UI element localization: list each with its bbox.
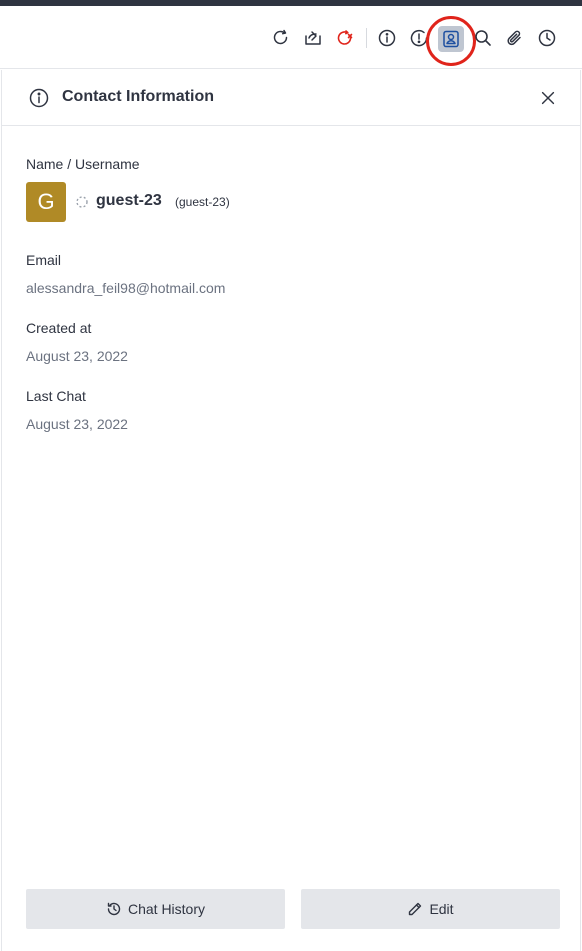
toolbar-separator (366, 28, 367, 48)
status-spinner-icon (76, 196, 88, 208)
history-icon (107, 902, 121, 916)
close-icon (541, 91, 555, 105)
created-at-label: Created at (26, 320, 92, 336)
edit-label: Edit (429, 901, 454, 917)
pencil-icon (409, 902, 422, 916)
chat-history-label: Chat History (127, 901, 206, 917)
display-name: guest-23 (96, 192, 162, 209)
chat-history-button[interactable]: Chat History (26, 889, 285, 929)
close-panel-button[interactable] (536, 86, 560, 110)
search-icon[interactable] (471, 26, 495, 50)
room-toolbar (0, 6, 582, 69)
info-icon[interactable] (375, 26, 399, 50)
last-chat-value: August 23, 2022 (26, 416, 128, 432)
email-label: Email (26, 252, 62, 268)
attachment-icon[interactable] (503, 26, 527, 50)
name-label: Name / Username (26, 156, 140, 172)
history-icon[interactable] (535, 26, 559, 50)
username: (guest-23) (175, 195, 230, 209)
email-value: alessandra_feil98@hotmail.com (26, 280, 226, 296)
info-circle-icon (29, 88, 49, 108)
contact-info-button[interactable] (438, 26, 464, 52)
contact-icon (443, 30, 459, 48)
forward-icon[interactable] (269, 26, 293, 50)
edit-button[interactable]: Edit (301, 889, 560, 929)
contact-info-panel: Contact Information Name / Username G gu… (1, 70, 581, 951)
avatar: G (26, 182, 66, 222)
transfer-icon[interactable] (301, 26, 325, 50)
created-at-value: August 23, 2022 (26, 348, 128, 364)
panel-header: Contact Information (2, 70, 580, 126)
panel-title: Contact Information (62, 88, 214, 105)
alert-icon[interactable] (407, 26, 431, 50)
close-chat-icon[interactable] (333, 26, 357, 50)
last-chat-label: Last Chat (26, 388, 86, 404)
